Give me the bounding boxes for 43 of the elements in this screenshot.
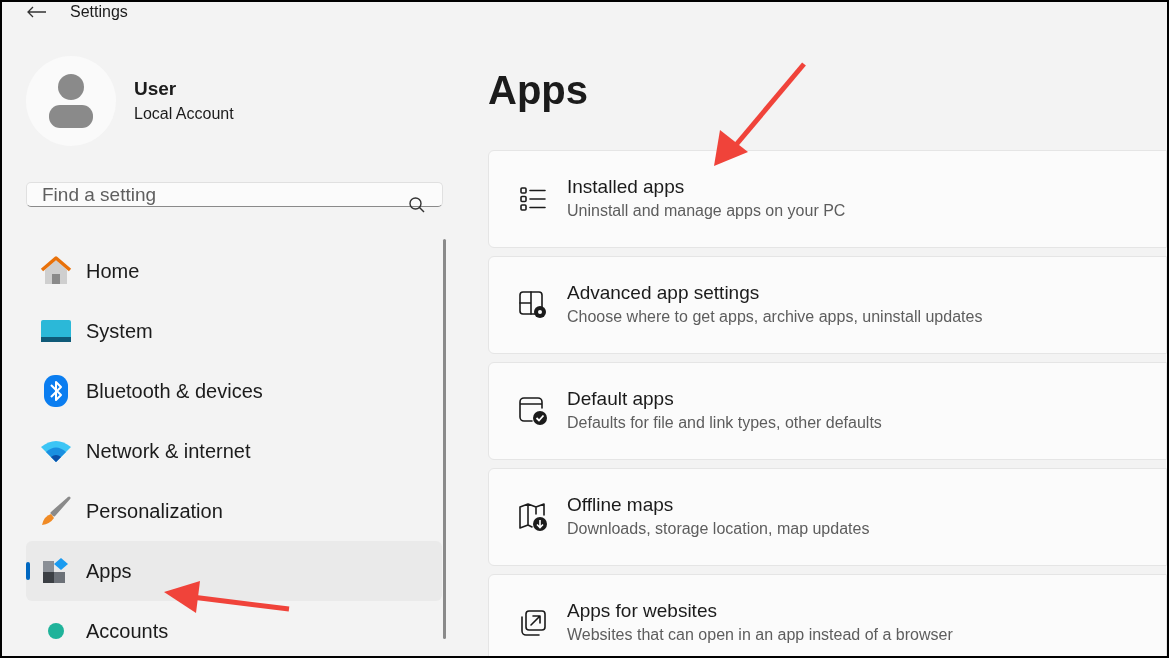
- card-description: Defaults for file and link types, other defaults: [567, 413, 882, 433]
- settings-card[interactable]: Offline maps Downloads, storage location, map updates: [488, 468, 1167, 566]
- settings-card[interactable]: Installed apps Uninstall and manage apps on your PC: [488, 150, 1167, 248]
- card-title: Apps for websites: [567, 599, 718, 623]
- search-field[interactable]: Find a setting: [26, 182, 443, 207]
- page-title: Apps: [488, 67, 589, 114]
- settings-card[interactable]: Default apps Defaults for file and link types, other defaults: [488, 362, 1167, 460]
- card-description: Downloads, storage location, map updates: [567, 519, 870, 539]
- paintbrush-icon: [41, 496, 71, 526]
- house-icon: [40, 256, 72, 286]
- settings-icon: [518, 290, 548, 320]
- search-icon: [408, 196, 426, 214]
- window-title: Settings: [70, 2, 128, 22]
- settings-card[interactable]: Apps for websites Websites that can open in an app instead of a browser: [488, 574, 1167, 656]
- map-icon: [518, 502, 548, 532]
- open-window-icon: [519, 609, 547, 637]
- sidebar-item[interactable]: Network & internet: [26, 421, 442, 481]
- settings-card[interactable]: Advanced app settings Choose where to get apps, archive apps, uninstall updates: [488, 256, 1167, 354]
- card-title: Offline maps: [567, 493, 675, 517]
- person-silhouette-icon: [49, 74, 93, 128]
- calendar-check-icon: [518, 396, 548, 426]
- card-description: Websites that can open in an app instead of a browser: [567, 625, 953, 645]
- sidebar-item[interactable]: Home: [26, 241, 442, 301]
- card-description: Uninstall and manage apps on your PC: [567, 201, 846, 221]
- sidebar-item[interactable]: Accounts: [26, 601, 442, 656]
- list-icon: [519, 185, 547, 213]
- account-type: Local Account: [134, 104, 234, 124]
- bluetooth-icon: [44, 375, 68, 407]
- apps-icon: [43, 558, 69, 584]
- card-title: Advanced app settings: [567, 281, 761, 305]
- card-title: Installed apps: [567, 175, 686, 199]
- selection-indicator: [26, 562, 30, 580]
- sidebar-item[interactable]: Apps: [26, 541, 442, 601]
- monitor-icon: [41, 320, 71, 342]
- sidebar-item[interactable]: System: [26, 301, 442, 361]
- sidebar-item[interactable]: Personalization: [26, 481, 442, 541]
- wifi-icon: [41, 440, 71, 462]
- sidebar-item[interactable]: Bluetooth & devices: [26, 361, 442, 421]
- scrollbar[interactable]: [443, 239, 446, 639]
- user-name: User: [134, 77, 178, 101]
- card-title: Default apps: [567, 387, 675, 411]
- back-arrow-icon: [27, 6, 47, 18]
- card-description: Choose where to get apps, archive apps, uninstall updates: [567, 307, 983, 327]
